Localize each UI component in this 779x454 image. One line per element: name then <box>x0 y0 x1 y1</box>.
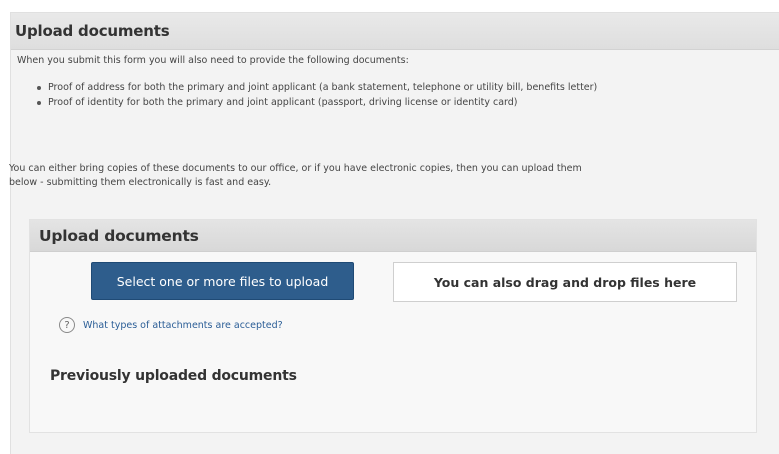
previously-uploaded-title: Previously uploaded documents <box>50 368 297 384</box>
question-circle-icon[interactable]: ? <box>59 317 75 333</box>
info-text: You can either bring copies of these doc… <box>9 162 769 190</box>
accepted-attachments-link[interactable]: What types of attachments are accepted? <box>83 320 283 331</box>
drag-drop-zone[interactable]: You can also drag and drop files here <box>393 262 737 302</box>
upload-panel: Upload documents Select one or more file… <box>29 219 757 433</box>
upload-panel-title: Upload documents <box>39 226 199 245</box>
list-item: Proof of address for both the primary an… <box>36 82 598 93</box>
attachment-help: ? What types of attachments are accepted… <box>59 317 283 333</box>
select-files-button[interactable]: Select one or more files to upload <box>91 262 354 300</box>
info-line: You can either bring copies of these doc… <box>9 163 582 174</box>
intro-text: When you submit this form you will also … <box>17 55 409 66</box>
upload-panel-header: Upload documents <box>30 220 756 252</box>
section-title: Upload documents <box>15 22 170 40</box>
list-item: Proof of identity for both the primary a… <box>36 95 597 110</box>
required-documents-list: Proof of address for both the primary an… <box>36 80 598 110</box>
section-header: Upload documents <box>11 13 779 50</box>
info-line: below - submitting them electronically i… <box>9 177 272 188</box>
